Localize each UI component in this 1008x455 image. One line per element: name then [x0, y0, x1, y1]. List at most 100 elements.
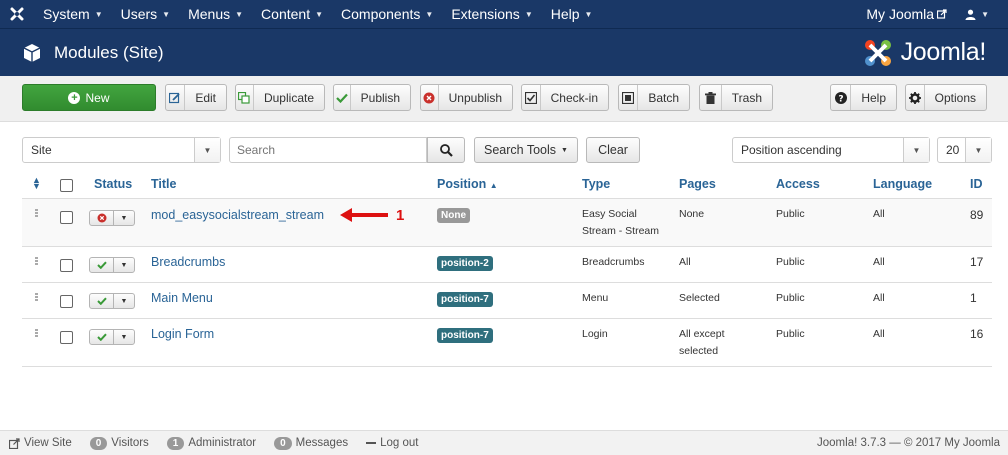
table-header: ▲ ▼ Status Title Position ▲ Type Pages Ac… [22, 168, 992, 199]
ordering-select[interactable]: Position ascending ▼ [732, 137, 930, 163]
trash-button[interactable]: Trash [699, 84, 773, 111]
limit-select[interactable]: 20 ▼ [937, 137, 992, 163]
status-toggle[interactable]: ▼ [89, 293, 135, 309]
row-checkbox[interactable] [60, 331, 73, 344]
drag-handle-icon[interactable] [35, 293, 38, 302]
type-cell: Menu [582, 292, 609, 304]
status-toggle[interactable]: ▼ [89, 257, 135, 273]
module-title-link[interactable]: Login Form [151, 327, 214, 341]
menu-content-label: Content [261, 6, 311, 22]
new-button[interactable]: + New [22, 84, 156, 111]
caret-down-icon: ▼ [524, 9, 533, 19]
caret-down-icon: ▼ [561, 146, 568, 154]
drag-handle-icon[interactable] [35, 209, 38, 218]
search-input[interactable] [229, 137, 427, 163]
table-row: ▼ mod_easysocialstream_stream None Easy … [22, 199, 992, 247]
caret-down-icon: ▼ [120, 333, 128, 341]
menu-components[interactable]: Components ▼ [332, 0, 442, 28]
logout-link[interactable]: Log out [366, 437, 418, 449]
select-all-checkbox[interactable] [60, 179, 73, 192]
column-language[interactable]: Language [873, 177, 932, 191]
module-title-link[interactable]: mod_easysocialstream_stream [151, 208, 324, 222]
publish-button[interactable]: Publish [333, 84, 411, 111]
edit-icon [166, 85, 186, 110]
language-cell: All [873, 256, 885, 268]
batch-icon [619, 85, 639, 110]
edit-label: Edit [195, 90, 216, 105]
table-row: ▼ Main Menu position-7 Menu Selected Pub… [22, 283, 992, 319]
row-checkbox[interactable] [60, 295, 73, 308]
column-id[interactable]: ID [970, 177, 983, 191]
caret-down-icon: ▼ [981, 9, 989, 19]
edit-button[interactable]: Edit [165, 84, 227, 111]
status-footer: View Site 0 Visitors 1 Administrator 0 M… [0, 430, 1008, 455]
admins-count-badge: 1 [166, 436, 185, 450]
column-status[interactable]: Status [94, 177, 132, 191]
messages-status[interactable]: 0 Messages [274, 436, 348, 450]
batch-button[interactable]: Batch [618, 84, 690, 111]
menu-system[interactable]: System ▼ [34, 0, 112, 28]
menu-content[interactable]: Content ▼ [252, 0, 332, 28]
my-site-label: My Joomla [866, 6, 935, 22]
external-link-icon [937, 9, 947, 19]
joomla-brand: Joomla! [861, 36, 986, 70]
column-access[interactable]: Access [776, 177, 820, 191]
menu-help[interactable]: Help ▼ [542, 0, 602, 28]
top-navbar: System ▼ Users ▼ Menus ▼ Content ▼ Component… [0, 0, 1008, 28]
row-checkbox[interactable] [60, 211, 73, 224]
view-site-link[interactable]: View Site [9, 437, 72, 449]
limit-select-value: 20 [946, 143, 960, 157]
row-checkbox[interactable] [60, 259, 73, 272]
search-tools-button[interactable]: Search Tools ▼ [474, 137, 578, 163]
caret-down-icon: ▼ [94, 9, 103, 19]
menu-extensions[interactable]: Extensions ▼ [442, 0, 541, 28]
menu-help-label: Help [550, 6, 580, 22]
status-toggle[interactable]: ▼ [89, 329, 135, 345]
menu-users[interactable]: Users ▼ [112, 0, 179, 28]
search-button[interactable] [427, 137, 465, 163]
joomla-logo-icon[interactable] [0, 0, 34, 28]
caret-down-icon: ▼ [120, 261, 128, 269]
menu-system-label: System [43, 6, 90, 22]
column-position[interactable]: Position ▲ [437, 177, 498, 191]
question-icon: ? [831, 85, 852, 110]
messages-count-badge: 0 [274, 436, 292, 450]
checkin-label: Check-in [550, 90, 598, 105]
position-badge: position-7 [437, 292, 493, 307]
type-cell: Breadcrumbs [582, 256, 645, 268]
annotation-number: 1 [396, 207, 405, 224]
column-title[interactable]: Title [151, 177, 176, 191]
help-button[interactable]: ? Help [830, 84, 897, 111]
unpublish-button[interactable]: Unpublish [420, 84, 513, 111]
caret-down-icon: ▼ [120, 214, 128, 222]
client-select-value: Site [31, 143, 52, 157]
caret-down-icon: ▼ [162, 9, 171, 19]
language-cell: All [873, 292, 885, 304]
duplicate-button[interactable]: Duplicate [235, 84, 325, 111]
new-label: New [85, 90, 110, 105]
column-pages[interactable]: Pages [679, 177, 716, 191]
published-check-icon [90, 294, 114, 308]
pages-cell: None [679, 208, 705, 220]
help-label: Help [861, 90, 886, 105]
sort-ordering-icon[interactable]: ▲ ▼ [32, 176, 41, 191]
user-menu[interactable]: ▼ [956, 0, 998, 28]
type-cell: Easy Social Stream - Stream [582, 208, 660, 237]
client-select[interactable]: Site ▼ [22, 137, 221, 163]
unpublished-icon [90, 211, 114, 225]
status-toggle[interactable]: ▼ [89, 210, 135, 226]
menu-menus[interactable]: Menus ▼ [179, 0, 252, 28]
my-site-link[interactable]: My Joomla [857, 0, 956, 28]
checkbox-icon [522, 85, 541, 110]
options-button[interactable]: Options [905, 84, 987, 111]
visitors-count-badge: 0 [89, 436, 108, 450]
column-type[interactable]: Type [582, 177, 610, 191]
module-title-link[interactable]: Breadcrumbs [151, 255, 225, 269]
copy-icon [236, 85, 254, 110]
trash-icon [700, 85, 722, 110]
checkin-button[interactable]: Check-in [521, 84, 609, 111]
drag-handle-icon[interactable] [35, 257, 38, 266]
clear-button[interactable]: Clear [586, 137, 640, 163]
drag-handle-icon[interactable] [35, 329, 38, 338]
module-title-link[interactable]: Main Menu [151, 291, 213, 305]
